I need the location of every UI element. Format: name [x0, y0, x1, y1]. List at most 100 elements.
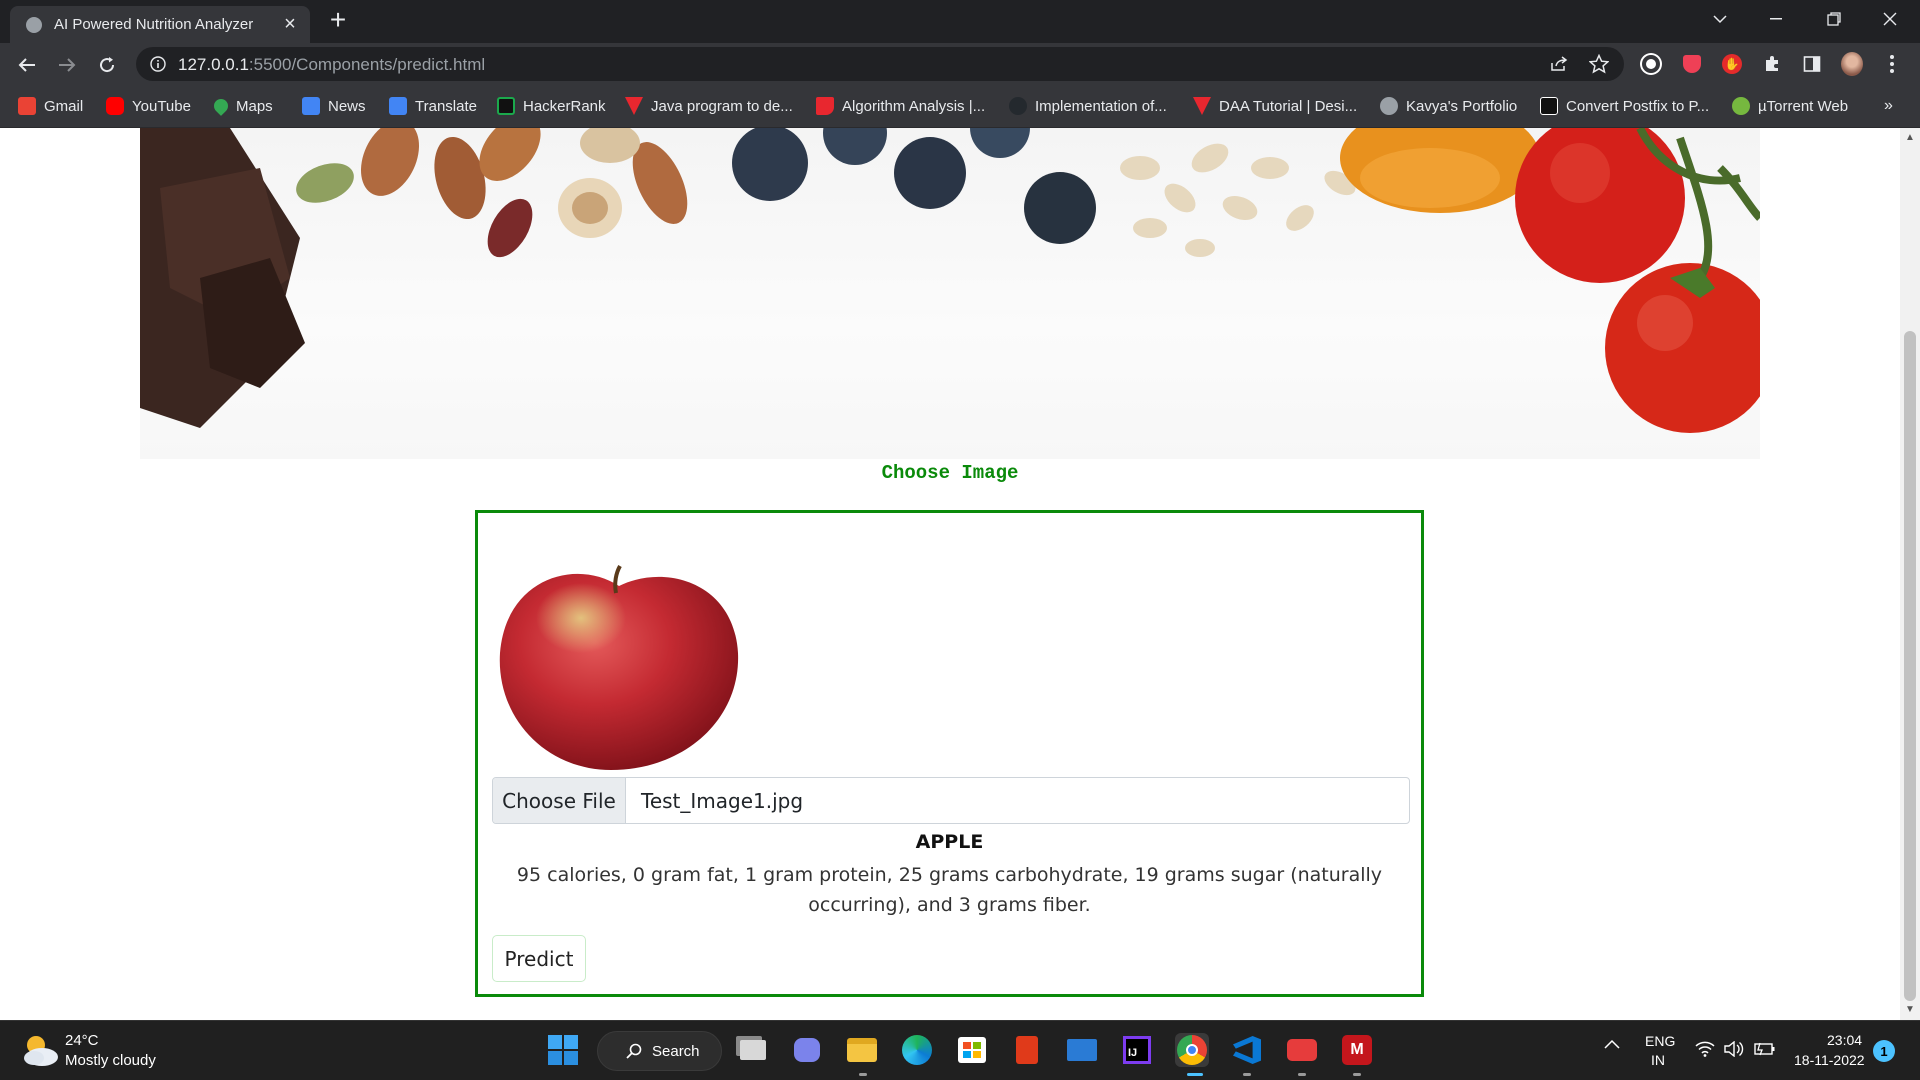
bookmark-convert-postfix[interactable]: Convert Postfix to P... [1540, 94, 1709, 118]
globe-icon [1380, 97, 1398, 115]
profile-avatar[interactable] [1841, 52, 1863, 76]
share-icon[interactable] [1550, 56, 1568, 72]
bookmark-label: Maps [236, 97, 273, 115]
bookmark-label: HackerRank [523, 97, 606, 115]
bookmark-implementation[interactable]: Implementation of... [1009, 94, 1167, 118]
more-bookmarks-chevron-icon[interactable]: » [1884, 94, 1893, 118]
search-label: Search [652, 1042, 700, 1060]
geeksforgeeks-icon [1193, 97, 1211, 115]
taskbar-search[interactable]: Search [597, 1031, 722, 1071]
bookmark-youtube[interactable]: YouTube [106, 94, 191, 118]
uploaded-apple-image [496, 558, 742, 778]
extensions-puzzle-icon[interactable] [1761, 53, 1783, 75]
back-arrow-icon[interactable] [13, 51, 41, 79]
gmail-icon [18, 97, 36, 115]
nutrition-description: 95 calories, 0 gram fat, 1 gram protein,… [516, 864, 1383, 916]
healthy-food-banner-image [140, 128, 1760, 459]
extension-circle-icon[interactable] [1640, 53, 1662, 75]
site-info-icon[interactable] [150, 56, 166, 72]
volume-icon[interactable] [1724, 1041, 1744, 1057]
page-scrollbar[interactable]: ▲ ▼ [1900, 128, 1920, 1020]
reload-icon[interactable] [93, 51, 121, 79]
scroll-up-arrow-icon[interactable]: ▲ [1900, 128, 1920, 148]
microsoft-store-icon[interactable] [955, 1033, 989, 1067]
input-language[interactable]: ENG [1645, 1033, 1675, 1049]
bookmark-daa-tutorial[interactable]: DAA Tutorial | Desi... [1193, 94, 1357, 118]
geeksforgeeks-icon [625, 97, 643, 115]
predict-button[interactable]: Predict [492, 935, 586, 982]
windows-taskbar: 24°C Mostly cloudy Search IJ M ENG IN 23… [0, 1020, 1920, 1080]
bookmark-portfolio[interactable]: Kavya's Portfolio [1380, 94, 1517, 118]
scroll-down-arrow-icon[interactable]: ▼ [1900, 1000, 1920, 1020]
notification-badge[interactable]: 1 [1873, 1040, 1895, 1062]
bookmark-news[interactable]: News [302, 94, 366, 118]
bookmark-maps[interactable]: Maps [211, 94, 273, 118]
tab-search-chevron-icon[interactable] [1692, 0, 1748, 38]
windows-start-icon[interactable] [548, 1035, 580, 1067]
running-indicator [859, 1073, 867, 1076]
office-icon[interactable] [1010, 1033, 1044, 1067]
wifi-icon[interactable] [1695, 1041, 1715, 1057]
bookmark-star-icon[interactable] [1589, 54, 1609, 74]
bookmark-translate[interactable]: Translate [389, 94, 477, 118]
selected-file-name: Test_Image1.jpg [641, 789, 804, 813]
weather-temperature[interactable]: 24°C [65, 1032, 99, 1049]
screen-recorder-icon[interactable] [1285, 1033, 1319, 1067]
bookmark-label: DAA Tutorial | Desi... [1219, 97, 1358, 115]
input-region[interactable]: IN [1651, 1052, 1665, 1068]
prediction-label: APPLE [915, 831, 984, 853]
bookmark-algorithm-analysis[interactable]: Algorithm Analysis |... [816, 94, 985, 118]
battery-icon[interactable] [1754, 1042, 1776, 1056]
scrollbar-thumb[interactable] [1904, 331, 1916, 1001]
edge-browser-icon[interactable] [900, 1033, 934, 1067]
file-input[interactable]: Choose File Test_Image1.jpg [492, 777, 1410, 824]
intellij-idea-icon[interactable]: IJ [1120, 1033, 1154, 1067]
running-indicator [1243, 1073, 1251, 1076]
running-indicator [1353, 1073, 1361, 1076]
bookmark-java-program[interactable]: Java program to de... [625, 94, 793, 118]
bookmark-label: Implementation of... [1035, 97, 1167, 115]
new-tab-plus-icon[interactable]: + [325, 6, 351, 34]
active-indicator [1187, 1073, 1203, 1076]
bookmarks-bar: Gmail YouTube Maps News Translate Hacker… [0, 85, 1920, 128]
weather-cloud-icon[interactable] [20, 1031, 60, 1069]
forward-arrow-icon[interactable] [53, 51, 81, 79]
bookmark-label: Kavya's Portfolio [1406, 97, 1518, 115]
browser-tab[interactable]: AI Powered Nutrition Analyzer × [10, 6, 310, 43]
bookmark-hackerrank[interactable]: HackerRank [497, 94, 606, 118]
bookmark-gmail[interactable]: Gmail [18, 94, 83, 118]
mail-icon[interactable] [1065, 1033, 1099, 1067]
page-viewport: Choose Image Choose File Test_Image1.jpg… [0, 128, 1900, 1020]
file-explorer-icon[interactable] [845, 1033, 879, 1067]
weather-description[interactable]: Mostly cloudy [65, 1052, 156, 1069]
chrome-browser-icon[interactable] [1175, 1033, 1209, 1067]
menu-kebab-icon[interactable] [1881, 53, 1903, 75]
pocket-extension-icon[interactable] [1681, 53, 1703, 75]
tray-overflow-chevron-icon[interactable] [1604, 1039, 1620, 1049]
url-text: 127.0.0.1:5500/Components/predict.html [178, 55, 485, 75]
bookmark-label: Translate [415, 97, 477, 115]
globe-icon [26, 17, 42, 33]
clock-time[interactable]: 23:04 [1827, 1032, 1862, 1048]
teams-chat-icon[interactable] [790, 1033, 824, 1067]
running-indicator [1298, 1073, 1306, 1076]
bookmark-utorrent[interactable]: µTorrent Web [1732, 94, 1848, 118]
bookmark-label: Java program to de... [651, 97, 793, 115]
bookmark-label: Algorithm Analysis |... [842, 97, 986, 115]
tab-title: AI Powered Nutrition Analyzer [54, 16, 254, 33]
mcafee-icon[interactable]: M [1340, 1033, 1374, 1067]
clock-date[interactable]: 18-11-2022 [1794, 1052, 1865, 1068]
vscode-icon[interactable] [1230, 1033, 1264, 1067]
choose-file-button[interactable]: Choose File [493, 778, 626, 823]
restore-icon[interactable] [1806, 0, 1862, 38]
side-panel-icon[interactable] [1801, 53, 1823, 75]
task-view-icon[interactable] [736, 1033, 770, 1067]
minimize-icon[interactable] [1748, 0, 1804, 38]
translate-icon [389, 97, 407, 115]
close-window-icon[interactable] [1862, 0, 1918, 38]
address-bar[interactable]: 127.0.0.1:5500/Components/predict.html [136, 47, 1624, 81]
bookmark-site-icon [816, 97, 834, 115]
browser-toolbar: 127.0.0.1:5500/Components/predict.html ✋ [0, 43, 1920, 85]
close-tab-icon[interactable]: × [280, 14, 300, 34]
adblock-extension-icon[interactable]: ✋ [1721, 53, 1743, 75]
